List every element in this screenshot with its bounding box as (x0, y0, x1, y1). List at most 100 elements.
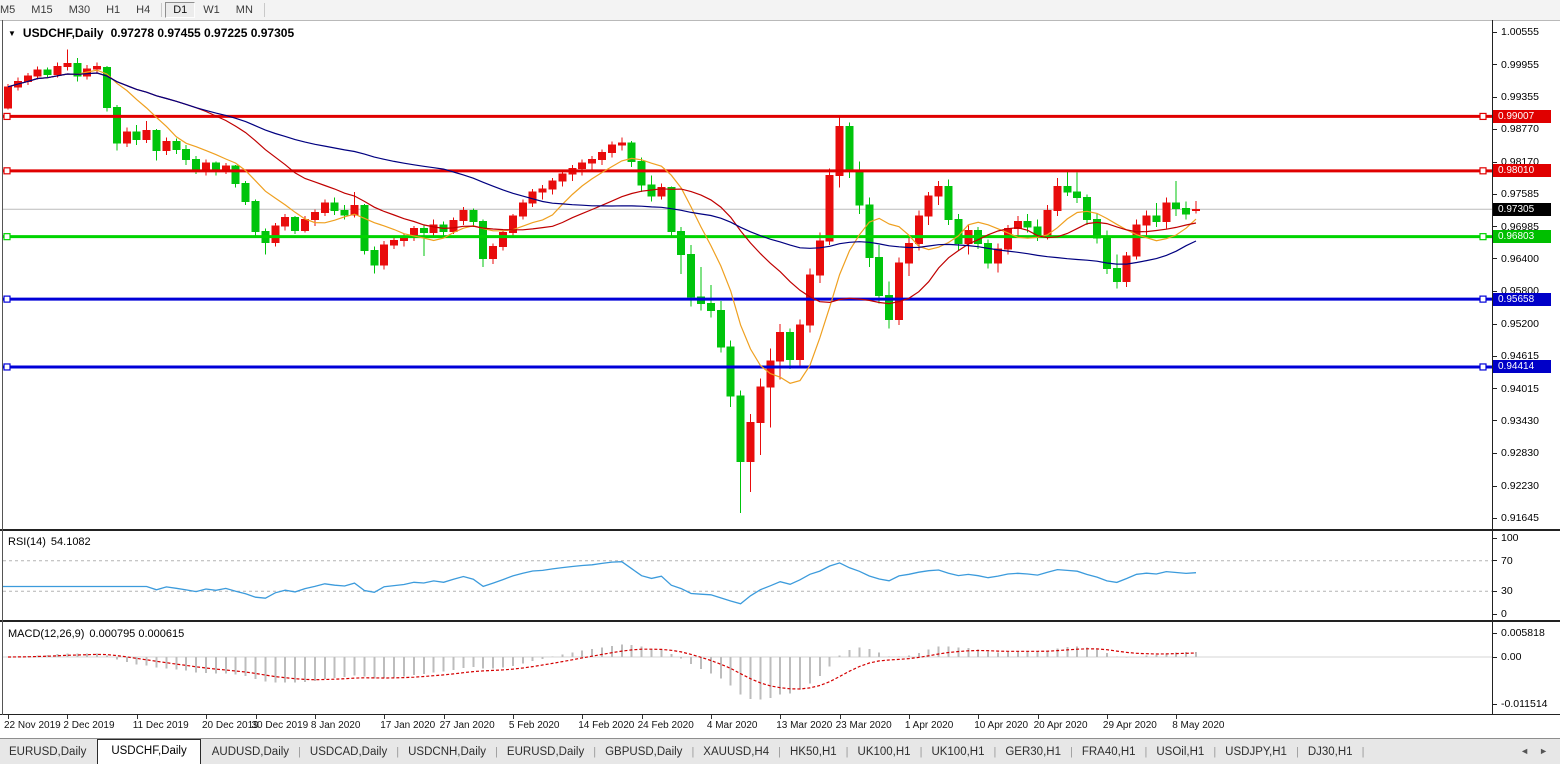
date-axis-tick (908, 715, 910, 719)
level-line-handle[interactable] (3, 112, 11, 121)
date-label: 20 Apr 2020 (1033, 720, 1088, 731)
date-axis-tick (978, 715, 980, 719)
date-axis-tick (255, 715, 257, 719)
date-axis-tick (384, 715, 386, 719)
chart-tabs: EURUSD,Daily USDCHF,Daily AUDUSD,Daily | USD… (0, 739, 1364, 764)
chart-tab-GBPUSD-Daily[interactable]: GBPUSD,Daily (596, 741, 691, 764)
chart-title: ▼ USDCHF,Daily 0.97278 0.97455 0.97225 0… (8, 26, 294, 40)
date-label: 11 Dec 2019 (132, 720, 189, 731)
date-label: 24 Feb 2020 (637, 720, 694, 731)
tab-scroll-arrows: ◄ ► (1520, 746, 1560, 764)
date-label: 23 Mar 2020 (835, 720, 892, 731)
date-axis-tick (839, 715, 841, 719)
chart-tab-USOil-H1[interactable]: USOil,H1 (1147, 741, 1213, 764)
timeframe-button-MN[interactable]: MN (228, 2, 261, 18)
timeframe-button-H1[interactable]: H1 (98, 2, 128, 18)
rsi-label: RSI(14) 54.1082 (8, 536, 91, 548)
date-label: 5 Feb 2020 (508, 720, 560, 731)
chart-tab-FRA40-H1[interactable]: FRA40,H1 (1073, 741, 1145, 764)
tab-scroll-right-icon[interactable]: ► (1539, 746, 1548, 756)
timeframe-button-M5[interactable]: M5 (0, 2, 23, 18)
date-axis-tick (8, 715, 9, 719)
chart-tab-USDCHF-Daily[interactable]: USDCHF,Daily (97, 739, 201, 764)
date-axis-tick (443, 715, 445, 719)
chart-tab-GER30-H1[interactable]: GER30,H1 (996, 741, 1070, 764)
date-label: 13 Mar 2020 (776, 720, 833, 731)
date-label: 8 Jan 2020 (310, 720, 361, 731)
level-line-handle[interactable] (1479, 167, 1487, 175)
level-line-handle[interactable] (1479, 295, 1487, 303)
chart-tab-AUDUSD-Daily[interactable]: AUDUSD,Daily (203, 741, 298, 764)
date-axis-tick (780, 715, 782, 719)
rsi-indicator-canvas[interactable] (0, 530, 1560, 621)
date-label: 30 Dec 2019 (251, 720, 309, 731)
date-axis-tick (1176, 715, 1178, 719)
chart-tab-EURUSD-Daily[interactable]: EURUSD,Daily (498, 741, 593, 764)
level-line-handle[interactable] (1479, 233, 1487, 241)
date-axis-tick (136, 715, 138, 719)
date-label: 22 Nov 2019 (4, 720, 61, 731)
date-label: 2 Dec 2019 (63, 720, 115, 731)
macd-name: MACD(12,26,9) (8, 628, 85, 640)
macd-values: 0.000795 0.000615 (89, 628, 185, 640)
candles-layer (4, 49, 1200, 513)
date-axis-tick (641, 715, 643, 719)
chart-tab-USDCAD-Daily[interactable]: USDCAD,Daily (301, 741, 396, 764)
trading-terminal-window: M5 M15 M30 H1 H4 D1 W1 MN ▼ USDCHF,Daily 0.9727… (0, 0, 1560, 764)
macd-histogram (16, 644, 1197, 700)
date-label: 27 Jan 2020 (439, 720, 495, 731)
moving-average-medium (7, 72, 1197, 305)
tab-separator: | (1361, 746, 1365, 758)
date-axis-tick (512, 715, 514, 719)
date-label: 4 Mar 2020 (706, 720, 758, 731)
level-line-handle[interactable] (3, 233, 11, 241)
chart-tab-DJ30-H1[interactable]: DJ30,H1 (1299, 741, 1362, 764)
date-axis-tick (314, 715, 316, 719)
timeframe-toolbar: M5 M15 M30 H1 H4 D1 W1 MN (0, 0, 1560, 21)
price-chart-canvas[interactable] (0, 20, 1560, 530)
toolbar-separator (263, 3, 265, 17)
macd-label: MACD(12,26,9) 0.000795 0.000615 (8, 628, 184, 640)
rsi-value: 54.1082 (50, 536, 91, 548)
date-label: 1 Apr 2020 (904, 720, 954, 731)
macd-indicator-canvas[interactable] (0, 621, 1560, 715)
date-label: 17 Jan 2020 (380, 720, 436, 731)
timeframe-button-M15[interactable]: M15 (23, 2, 60, 18)
chart-left-border (2, 20, 3, 715)
chart-tab-USDJPY-H1[interactable]: USDJPY,H1 (1216, 741, 1296, 764)
level-line-handle[interactable] (3, 363, 11, 371)
toolbar-separator (161, 3, 163, 17)
chart-tab-UK100-H1[interactable]: UK100,H1 (922, 741, 993, 764)
date-axis-tick (582, 715, 584, 719)
rsi-line (3, 561, 1197, 605)
timeframe-button-H4[interactable]: H4 (128, 2, 158, 18)
date-label: 20 Dec 2019 (202, 720, 259, 731)
date-label: 29 Apr 2020 (1102, 720, 1157, 731)
rsi-name: RSI(14) (8, 536, 46, 548)
date-axis-tick (1106, 715, 1108, 719)
chart-tab-EURUSD-Daily[interactable]: EURUSD,Daily (0, 741, 95, 764)
timeframe-button-D1[interactable]: D1 (165, 2, 196, 18)
date-axis-tick (710, 715, 712, 719)
date-axis-tick (67, 715, 69, 719)
date-label: 14 Feb 2020 (578, 720, 635, 731)
level-line-handle[interactable] (3, 295, 11, 303)
date-axis-tick (1037, 715, 1039, 719)
timeframe-button-M30[interactable]: M30 (61, 2, 98, 18)
date-axis-tick (206, 715, 207, 719)
chart-tab-USDCNH-Daily[interactable]: USDCNH,Daily (399, 741, 495, 764)
chart-dropdown-icon[interactable]: ▼ (8, 29, 16, 38)
date-label: 10 Apr 2020 (974, 720, 1029, 731)
chart-tab-HK50-H1[interactable]: HK50,H1 (781, 741, 846, 764)
chart-ohlc-values: 0.97278 0.97455 0.97225 0.97305 (110, 26, 295, 40)
level-line-handle[interactable] (1479, 363, 1487, 371)
timeframe-button-W1[interactable]: W1 (195, 2, 228, 18)
chart-tabs-bar: EURUSD,Daily USDCHF,Daily AUDUSD,Daily | USD… (0, 738, 1560, 764)
tab-scroll-left-icon[interactable]: ◄ (1520, 746, 1529, 756)
chart-symbol-period: USDCHF,Daily (22, 26, 104, 40)
level-line-handle[interactable] (3, 167, 11, 175)
date-label: 8 May 2020 (1172, 720, 1225, 731)
level-line-handle[interactable] (1479, 112, 1487, 121)
chart-tab-XAUUSD-H4[interactable]: XAUUSD,H4 (694, 741, 778, 764)
chart-tab-UK100-H1[interactable]: UK100,H1 (849, 741, 920, 764)
